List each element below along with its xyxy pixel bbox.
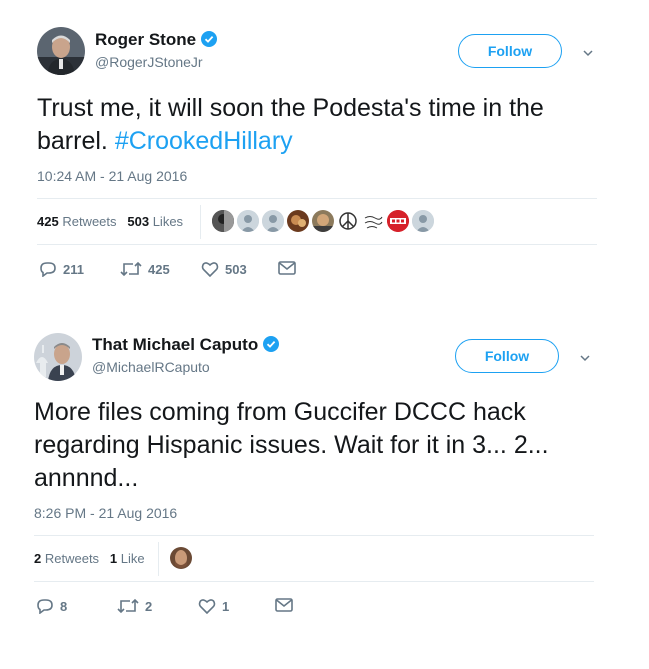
chevron-down-icon[interactable] [579,352,591,364]
retweet-count: 2 [145,598,153,614]
tweet-text: More files coming from Guccifer DCCC hac… [34,398,549,492]
tweet-michael-caputo: That Michael Caputo @MichaelRCaputo Foll… [0,0,649,669]
likes-count[interactable]: 1 [110,551,117,566]
verified-badge-icon [263,336,280,352]
stats-separator [158,542,159,576]
user-handle[interactable]: @MichaelRCaputo [92,359,210,375]
retweet-like-stats: 2 Retweets 1 Like [34,551,145,566]
likes-label[interactable]: Like [121,551,145,566]
retweets-count[interactable]: 2 [34,551,41,566]
liker-avatars [170,547,195,569]
reply-icon [37,599,53,614]
divider [34,535,594,536]
direct-message-button[interactable] [275,598,293,612]
message-icon [275,598,293,612]
tweet-timestamp[interactable]: 8:26 PM - 21 Aug 2016 [34,505,177,521]
liker-avatar[interactable] [170,547,192,569]
display-name[interactable]: That Michael Caputo [92,335,280,355]
follow-button[interactable]: Follow [455,339,559,373]
reply-button[interactable]: 8 [36,598,67,614]
retweets-label[interactable]: Retweets [45,551,99,566]
retweet-button[interactable]: 2 [117,598,152,614]
like-count: 1 [222,598,230,614]
avatar[interactable] [34,333,82,381]
like-icon [198,599,216,614]
divider [34,581,594,582]
retweet-icon [117,598,139,614]
like-button[interactable]: 1 [198,598,229,614]
reply-count: 8 [60,598,68,614]
